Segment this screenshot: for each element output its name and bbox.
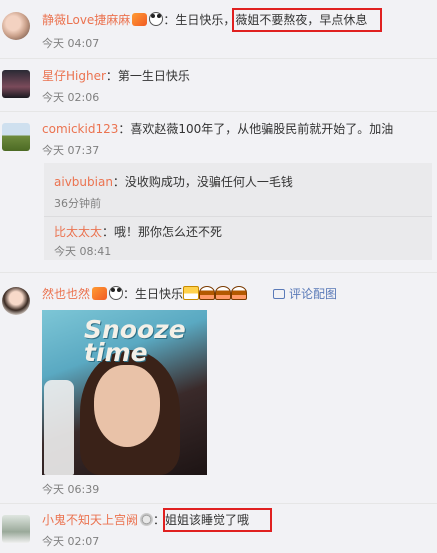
- comment-item: 星仔Higher：第一生日快乐 今天 02:06: [0, 58, 437, 112]
- cake-emoji-icon: [199, 286, 216, 300]
- photo-caption: Snooze time: [84, 315, 186, 367]
- comment-time: 今天 02:06: [42, 91, 100, 104]
- comment-time: 今天 04:07: [42, 37, 100, 50]
- photo-face-shape: [94, 365, 160, 447]
- comment-image-link[interactable]: 评论配图: [273, 285, 337, 303]
- panda-badge-icon: [149, 12, 164, 26]
- highlight-box: [163, 508, 272, 532]
- comment-item: comickid123：喜欢赵薇100年了，从他骗股民前就开始了。加油 今天 0…: [0, 111, 437, 261]
- username-link[interactable]: comickid123: [42, 122, 118, 136]
- divider: [44, 216, 432, 217]
- reply-time: 今天 08:41: [54, 245, 112, 258]
- beer-emoji-icon: [183, 286, 200, 300]
- avatar[interactable]: [2, 123, 30, 151]
- comment-time: 今天 07:37: [42, 144, 100, 157]
- comment-text: ：第一生日快乐: [105, 69, 190, 83]
- cake-emoji-icon: [215, 286, 232, 300]
- avatar[interactable]: [2, 287, 30, 315]
- highlight-box: [232, 8, 382, 32]
- username-link[interactable]: 比太太太: [54, 225, 102, 239]
- photo-bottle-shape: [44, 380, 74, 475]
- cake-emoji-icon: [231, 286, 248, 300]
- vip-badge-icon: [92, 287, 108, 300]
- username-link[interactable]: 然也也然: [42, 287, 90, 301]
- comment-item: 静薇Love捷麻麻 ：生日快乐，薇姐不要熬夜，早点休息 今天 04:07: [0, 0, 437, 60]
- reply-text: ：哦！那你怎么还不死: [102, 225, 223, 239]
- medal-badge-icon: [140, 513, 154, 526]
- image-icon: [273, 289, 285, 299]
- comment-text: ：生日快乐，: [163, 13, 236, 27]
- username-link[interactable]: aivbubian: [54, 175, 113, 189]
- comment-time: 今天 06:39: [42, 483, 100, 496]
- reply-text: ：没收购成功，没骗任何人一毛钱: [112, 175, 293, 189]
- reply-thread: aivbubian：没收购成功，没骗任何人一毛钱 36分钟前 比太太太：哦！那你…: [44, 163, 432, 260]
- vip-badge-icon: [132, 13, 148, 26]
- comment-text: ：喜欢赵薇100年了，从他骗股民前就开始了。加油: [118, 122, 394, 136]
- comment-time: 今天 02:07: [42, 535, 100, 548]
- avatar[interactable]: [2, 12, 30, 40]
- comment-feed: { "comments": [ { "user": "静薇Love捷麻麻", "…: [0, 0, 437, 553]
- comment-image-link-label: 评论配图: [289, 287, 338, 301]
- avatar[interactable]: [2, 515, 30, 543]
- reply-time: 36分钟前: [54, 197, 101, 210]
- username-link[interactable]: 星仔Higher: [42, 69, 106, 83]
- username-link[interactable]: 小鬼不知天上宫阙: [42, 513, 138, 527]
- comment-photo[interactable]: Snooze time: [42, 310, 207, 475]
- comment-text: ：生日快乐: [123, 287, 184, 301]
- panda-badge-icon: [109, 286, 124, 300]
- avatar[interactable]: [2, 70, 30, 98]
- username-link[interactable]: 静薇Love捷麻麻: [42, 13, 130, 27]
- comment-item: 小鬼不知天上宫阙 ：姐姐该睡觉了哦 今天 02:07: [0, 503, 437, 553]
